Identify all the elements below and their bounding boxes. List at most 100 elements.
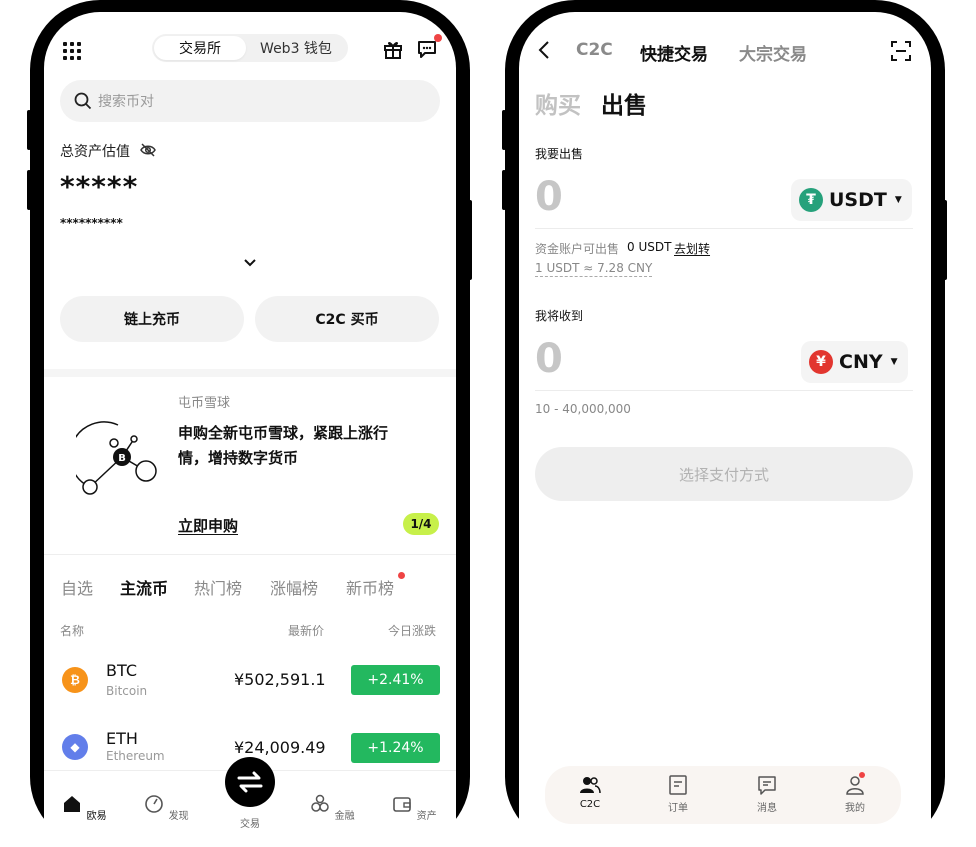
right-phone-frame: C2C 快捷交易 大宗交易 购买 出售 我要出售 0 ₮ USDT ▼ 资金账户… [502,0,947,847]
nav-orders[interactable]: 订单 [653,774,703,814]
power-button [468,200,472,280]
nav-messages[interactable]: 消息 [742,774,792,814]
coin-name: Bitcoin [106,684,148,698]
tab-gainers[interactable]: 涨幅榜 [270,575,318,599]
banner-page-indicator: 1/4 [403,513,439,535]
receive-range: 10 - 40,000,000 [535,402,631,416]
swap-arrows-icon [237,771,263,793]
total-assets-value: ***** [60,170,139,203]
transfer-link[interactable]: 去划转 [674,240,710,257]
nav-label: 消息 [757,803,777,814]
trade-center-button[interactable] [225,757,275,807]
volume-button [502,170,506,210]
subscribe-now-link[interactable]: 立即申购 [178,515,238,536]
snowball-illustration: B [76,421,157,495]
coin-name: Ethereum [106,749,165,763]
right-screen: C2C 快捷交易 大宗交易 购买 出售 我要出售 0 ₮ USDT ▼ 资金账户… [519,12,931,847]
available-value: 0 USDT [627,240,672,254]
coin-change-badge: +2.41% [351,665,440,695]
column-price: 最新价 [288,624,325,638]
receive-currency-select[interactable]: ¥ CNY ▼ [801,341,908,383]
scan-icon[interactable] [890,40,912,62]
nav-trade-label[interactable]: 交易 [220,815,280,830]
banner-title-line1: 申购全新屯币雪球，紧跟上涨行 [178,424,389,442]
nav-label: 订单 [668,803,688,814]
receive-label: 我将收到 [535,309,584,323]
column-change: 今日涨跌 [388,624,437,638]
receive-amount-input[interactable]: 0 [535,336,563,382]
onchain-deposit-button[interactable]: 链上充币 [60,296,244,342]
nav-label: 发现 [168,811,189,822]
left-phone-frame: 交易所 Web3 钱包 搜索币对 总资产估值 ***** ********** … [27,0,472,847]
nav-label: 金融 [334,811,355,822]
total-assets-sub-value: ********** [60,216,123,230]
nav-profile[interactable]: 我的 [830,774,880,814]
receive-divider [535,390,913,391]
sell-currency-select[interactable]: ₮ USDT ▼ [791,179,912,221]
tab-new-coins[interactable]: 新币榜 [346,575,394,599]
search-input[interactable]: 搜索币对 [60,80,440,122]
column-name: 名称 [60,624,85,638]
home-icon [64,796,81,812]
coin-price: ¥24,009.49 [234,738,326,757]
eye-hidden-icon[interactable] [139,141,157,159]
caret-down-icon: ▼ [890,357,898,367]
total-assets-label: 总资产估值 [60,144,130,160]
segment-exchange[interactable]: 交易所 [154,36,246,60]
left-screen: 交易所 Web3 钱包 搜索币对 总资产估值 ***** ********** … [44,12,456,847]
segment-web3-wallet[interactable]: Web3 钱包 [246,36,346,60]
caret-down-icon: ▼ [894,195,902,205]
back-arrow-icon[interactable] [537,40,551,60]
c2c-users-icon [580,777,601,794]
nav-label: C2C [579,799,601,810]
receive-currency: CNY [839,351,883,373]
tab-favorites[interactable]: 自选 [61,575,93,599]
nav-finance[interactable]: 金融 [302,793,362,822]
sell-label: 我要出售 [535,147,584,161]
notification-dot [434,34,442,42]
section-divider [44,369,456,377]
message-icon[interactable] [416,38,438,60]
sell-amount-input[interactable]: 0 [535,174,563,220]
tab-c2c[interactable]: C2C [576,40,613,60]
apps-grid-icon[interactable] [63,42,81,60]
volume-button [502,110,506,150]
nav-label: 我的 [845,803,865,814]
nav-home[interactable]: 欧易 [54,793,114,822]
sell-currency: USDT [829,189,887,211]
available-label: 资金账户可出售 [535,242,620,256]
nav-label: 欧易 [86,811,107,822]
tab-quick-trade[interactable]: 快捷交易 [640,40,708,65]
exchange-rate: 1 USDT ≈ 7.28 CNY [535,261,653,277]
wallet-icon [393,797,412,812]
svg-text:B: B [118,453,126,464]
select-payment-button[interactable]: 选择支付方式 [535,447,913,501]
search-placeholder: 搜索币对 [98,94,154,110]
coin-symbol: ETH [106,729,138,748]
volume-button [27,110,31,150]
table-row[interactable]: ₿ BTC Bitcoin ¥502,591.1 +2.41% [44,652,456,710]
subtab-sell[interactable]: 出售 [601,86,647,120]
tab-mainstream[interactable]: 主流币 [120,575,168,599]
banner-bottom-divider [44,554,456,555]
subtab-buy[interactable]: 购买 [535,86,581,120]
messages-icon [758,776,776,795]
exchange-web3-segment: 交易所 Web3 钱包 [152,34,348,62]
banner-title-line2: 情，增持数字货币 [178,449,299,467]
sell-divider [535,228,913,229]
bottom-nav: C2C 订单 消息 我的 [545,766,901,824]
profile-notification-dot [859,772,865,778]
nav-c2c[interactable]: C2C [565,774,615,810]
orders-icon [669,775,687,795]
chevron-down-icon[interactable] [243,258,257,268]
coin-change-badge: +1.24% [351,733,440,763]
tab-hot[interactable]: 热门榜 [194,575,242,599]
coin-price: ¥502,591.1 [234,670,326,689]
nav-assets[interactable]: 资产 [384,793,444,822]
c2c-buy-button[interactable]: C2C 买币 [255,296,439,342]
volume-button [27,170,31,210]
search-icon [74,92,92,110]
tab-block-trade[interactable]: 大宗交易 [739,40,807,65]
gift-icon[interactable] [382,38,404,60]
nav-discover[interactable]: 发现 [136,793,196,822]
